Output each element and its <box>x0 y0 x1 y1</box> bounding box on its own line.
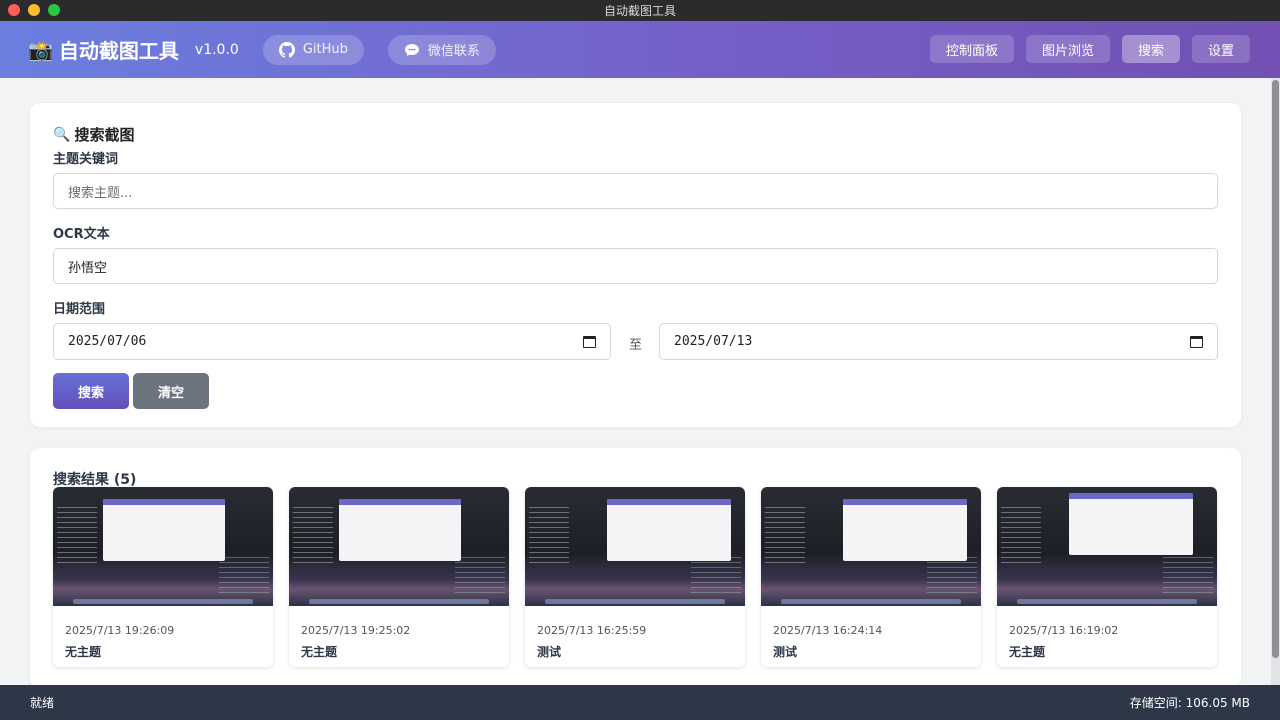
result-timestamp: 2025/7/13 19:25:02 <box>301 624 411 637</box>
date-to-input[interactable]: 2025/07/13 <box>659 323 1218 360</box>
version-label: v1.0.0 <box>194 41 239 58</box>
date-from-value: 2025/07/06 <box>68 334 147 349</box>
ocr-text-label: OCR文本 <box>53 227 110 242</box>
date-to-value: 2025/07/13 <box>674 334 753 349</box>
results-title: 搜索结果 (5) <box>53 472 137 488</box>
brand: 📸 自动截图工具 v1.0.0 <box>28 35 239 64</box>
screenshot-thumbnail[interactable] <box>289 487 509 606</box>
result-timestamp: 2025/7/13 16:24:14 <box>773 624 883 637</box>
maximize-window-button[interactable] <box>48 4 60 16</box>
wechat-label: 微信联系 <box>427 44 480 59</box>
date-from-input[interactable]: 2025/07/06 <box>53 323 611 360</box>
screenshot-thumbnail[interactable] <box>997 487 1217 606</box>
scrollbar-thumb[interactable] <box>1272 80 1279 658</box>
date-range-label: 日期范围 <box>53 302 106 317</box>
search-panel-title: 🔍 搜索截图 <box>53 124 134 145</box>
vertical-scrollbar[interactable] <box>1271 78 1280 685</box>
topic-keyword-input[interactable]: 搜索主题... <box>53 173 1218 209</box>
github-icon <box>278 41 295 58</box>
nav-settings[interactable]: 设置 <box>1191 35 1250 63</box>
search-title-text: 搜索截图 <box>74 126 135 144</box>
result-topic: 测试 <box>773 645 798 659</box>
storage-usage: 存储空间: 106.05 MB <box>1129 696 1250 710</box>
chat-bubble-icon <box>404 43 419 56</box>
camera-icon: 📸 <box>28 37 53 62</box>
nav-search[interactable]: 搜索 <box>1121 35 1180 63</box>
main-nav: 控制面板 图片浏览 搜索 设置 <box>929 35 1250 63</box>
nav-dashboard[interactable]: 控制面板 <box>929 35 1014 63</box>
result-timestamp: 2025/7/13 16:19:02 <box>1009 624 1119 637</box>
calendar-icon[interactable] <box>583 335 596 348</box>
result-topic: 无主题 <box>301 645 338 659</box>
nav-image-browser[interactable]: 图片浏览 <box>1025 35 1110 63</box>
topic-keyword-placeholder: 搜索主题... <box>68 185 133 201</box>
window-titlebar: 自动截图工具 <box>0 0 1280 21</box>
screenshot-thumbnail[interactable] <box>761 487 981 606</box>
screenshot-thumbnail[interactable] <box>525 487 745 606</box>
topic-keyword-label: 主题关键词 <box>53 152 119 167</box>
results-grid: 2025/7/13 19:26:09 无主题 2025/7/13 19:25:0… <box>53 487 1217 667</box>
result-topic: 无主题 <box>1009 645 1046 659</box>
search-panel: 🔍 搜索截图 主题关键词 搜索主题... OCR文本 孙悟空 日期范围 2025… <box>30 103 1241 427</box>
result-topic: 无主题 <box>65 645 102 659</box>
window-controls <box>8 4 60 16</box>
app-header: 📸 自动截图工具 v1.0.0 GitHub 微信联系 控制面板 图片浏览 搜索… <box>0 21 1280 78</box>
result-card[interactable]: 2025/7/13 19:25:02 无主题 <box>289 487 509 667</box>
result-card[interactable]: 2025/7/13 19:26:09 无主题 <box>53 487 273 667</box>
github-button[interactable]: GitHub <box>262 34 364 65</box>
app-title: 自动截图工具 <box>58 39 179 63</box>
search-button[interactable]: 搜索 <box>53 373 129 409</box>
clear-button[interactable]: 清空 <box>133 373 209 409</box>
github-label: GitHub <box>302 42 348 57</box>
result-card[interactable]: 2025/7/13 16:24:14 测试 <box>761 487 981 667</box>
calendar-icon[interactable] <box>1190 335 1203 348</box>
result-timestamp: 2025/7/13 16:25:59 <box>537 624 647 637</box>
result-topic: 测试 <box>537 645 562 659</box>
window-title: 自动截图工具 <box>603 4 676 18</box>
search-results-panel: 搜索结果 (5) 2025/7/13 19:26:09 无主题 2025/7/1… <box>30 448 1241 688</box>
ocr-text-value: 孙悟空 <box>68 260 108 276</box>
screenshot-thumbnail[interactable] <box>53 487 273 606</box>
minimize-window-button[interactable] <box>28 4 40 16</box>
result-card[interactable]: 2025/7/13 16:25:59 测试 <box>525 487 745 667</box>
wechat-contact-button[interactable]: 微信联系 <box>387 34 496 65</box>
status-bar: 就绪 存储空间: 106.05 MB <box>0 685 1280 720</box>
result-timestamp: 2025/7/13 19:26:09 <box>65 624 175 637</box>
ocr-text-input[interactable]: 孙悟空 <box>53 248 1218 284</box>
magnifier-icon: 🔍 <box>53 126 71 143</box>
close-window-button[interactable] <box>8 4 20 16</box>
result-card[interactable]: 2025/7/13 16:19:02 无主题 <box>997 487 1217 667</box>
date-range-separator: 至 <box>629 338 643 353</box>
status-text: 就绪 <box>30 696 55 710</box>
